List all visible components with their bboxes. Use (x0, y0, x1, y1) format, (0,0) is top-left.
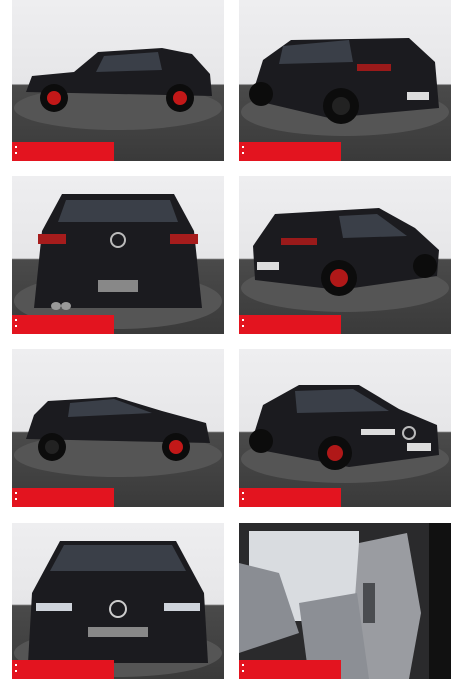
car-photo-interior (239, 523, 451, 679)
photo-badge (12, 142, 114, 161)
photo-tile-4[interactable] (239, 176, 451, 334)
photo-tile-3[interactable] (12, 176, 224, 334)
car-photo-side-left-alt (14, 397, 222, 477)
badge-dots-icon (242, 492, 245, 504)
photo-badge (12, 660, 114, 679)
photo-badge (239, 315, 341, 334)
car-photo-rear (14, 194, 222, 329)
photo-tile-5[interactable] (12, 349, 224, 507)
badge-dots-icon (15, 319, 18, 331)
car-photo-side-left (14, 48, 222, 130)
photo-tile-1[interactable] (12, 0, 224, 161)
photo-badge (239, 142, 341, 161)
badge-dots-icon (242, 146, 245, 158)
badge-dots-icon (242, 664, 245, 676)
photo-badge (239, 488, 341, 507)
badge-dots-icon (15, 492, 18, 504)
photo-tile-8[interactable] (239, 523, 451, 679)
photo-badge (12, 488, 114, 507)
photo-tile-2[interactable] (239, 0, 451, 161)
car-photo-rear-three-quarter-right (241, 208, 449, 312)
car-photo-front-three-quarter-right (241, 385, 449, 483)
photo-badge (239, 660, 341, 679)
car-photo-rear-three-quarter-left (241, 38, 449, 136)
car-photo-front (14, 541, 222, 677)
photo-tile-7[interactable] (12, 523, 224, 679)
photo-tile-6[interactable] (239, 349, 451, 507)
badge-dots-icon (15, 146, 18, 158)
badge-dots-icon (242, 319, 245, 331)
badge-dots-icon (15, 664, 18, 676)
photo-badge (12, 315, 114, 334)
